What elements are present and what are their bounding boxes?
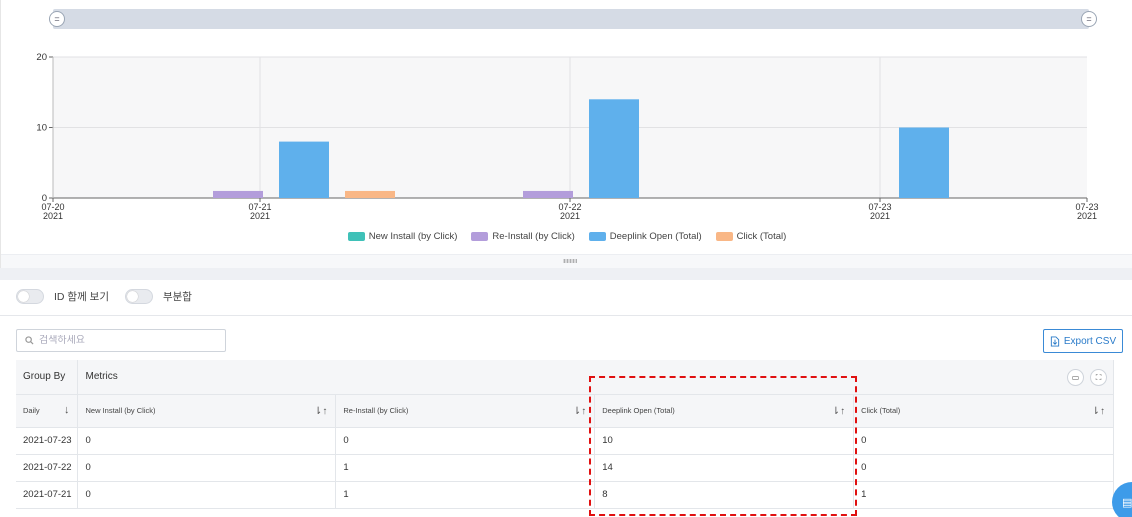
- cell-re-install: 1: [335, 481, 596, 509]
- subtotal-toggle-label: 부분합: [162, 291, 192, 303]
- column-header-deeplink-open[interactable]: Deeplink Open (Total) ⇂↑: [594, 394, 855, 428]
- legend-swatch: [471, 232, 489, 241]
- cell-date: 2021-07-22: [16, 454, 79, 482]
- y-tick-label: 20: [36, 52, 47, 63]
- legend-label: Click (Total): [736, 231, 787, 242]
- cell-deeplink-open: 14: [594, 454, 855, 482]
- legend-item[interactable]: Deeplink Open (Total): [588, 231, 702, 242]
- column-header-new-install[interactable]: New Install (by Click) ⇂↑: [77, 394, 337, 428]
- id-toggle[interactable]: [16, 289, 44, 304]
- legend-item[interactable]: Re-Install (by Click): [471, 231, 575, 242]
- section-divider: [0, 268, 1132, 280]
- sort-icon[interactable]: ⇂↑: [314, 406, 327, 417]
- bar-chart: 0102007-20202107-21202107-22202107-23202…: [36, 52, 1098, 221]
- legend-label: Re-Install (by Click): [492, 231, 575, 242]
- bar-re-install-by-click--07-22: [523, 190, 573, 198]
- x-tick-year: 2021: [43, 211, 63, 221]
- table-row[interactable]: 2021-07-23 0 0 10 0: [16, 427, 1114, 455]
- fullscreen-icon[interactable]: ⛶: [1090, 369, 1107, 386]
- cell-click: 0: [853, 427, 1114, 455]
- column-header-click[interactable]: Click (Total) ⇂↑: [853, 394, 1114, 428]
- cell-click: 1: [853, 481, 1114, 509]
- file-export-icon: [1050, 335, 1059, 347]
- x-tick-year: 2021: [1077, 211, 1097, 221]
- x-tick-year: 2021: [250, 211, 270, 221]
- bar-click-total--07-21: [345, 190, 395, 198]
- metrics-header: Metrics ▭ ⛶: [77, 360, 1114, 395]
- date-range-slider-track[interactable]: [53, 9, 1089, 29]
- cell-re-install: 1: [335, 454, 596, 482]
- bar-deeplink-open-total--07-23: [899, 127, 949, 198]
- bar-deeplink-open-total--07-21: [279, 141, 329, 198]
- legend-item[interactable]: Click (Total): [715, 231, 787, 242]
- view-options: ID 함께 보기 부분합: [16, 289, 198, 304]
- x-tick-year: 2021: [560, 211, 580, 221]
- chart-card: = = 0 10 20 07-20 2021 07-21 2021 07-22 2021 07-2…: [0, 0, 1132, 268]
- chart-legend: New Install (by Click) Re-Install (by Cli…: [1, 231, 1132, 242]
- cell-new-install: 0: [77, 427, 337, 455]
- export-csv-button[interactable]: Export CSV: [1043, 329, 1123, 353]
- cell-date: 2021-07-23: [16, 427, 79, 455]
- bar-deeplink-open-total--07-22: [589, 99, 639, 198]
- chat-icon: ▤: [1122, 496, 1132, 509]
- x-tick-year: 2021: [870, 211, 890, 221]
- legend-swatch: [588, 232, 606, 241]
- table-row[interactable]: 2021-07-22 0 1 14 0: [16, 454, 1114, 482]
- id-toggle-label: ID 함께 보기: [54, 291, 109, 303]
- cell-deeplink-open: 10: [594, 427, 855, 455]
- y-tick-label: 10: [36, 123, 47, 134]
- sort-desc-icon[interactable]: ↓: [64, 404, 70, 416]
- sort-icon[interactable]: ⇂↑: [1092, 406, 1105, 417]
- slider-right-handle[interactable]: =: [1081, 11, 1097, 27]
- column-header-re-install[interactable]: Re-Install (by Click) ⇂↑: [335, 394, 596, 428]
- search-box[interactable]: [16, 329, 226, 352]
- cell-deeplink-open: 8: [594, 481, 855, 509]
- cell-new-install: 0: [77, 454, 337, 482]
- column-header-daily[interactable]: Daily ↓: [16, 394, 79, 428]
- slider-left-handle[interactable]: =: [49, 11, 65, 27]
- export-csv-label: Export CSV: [1063, 335, 1117, 347]
- cell-click: 0: [853, 454, 1114, 482]
- metrics-table: Group By Metrics ▭ ⛶ Daily ↓ New Install…: [16, 360, 1114, 509]
- cell-date: 2021-07-21: [16, 481, 79, 509]
- chat-button[interactable]: ▤: [1112, 482, 1132, 517]
- subtotal-toggle[interactable]: [124, 289, 153, 304]
- legend-item[interactable]: New Install (by Click): [347, 231, 458, 242]
- drag-handle-icon[interactable]: [563, 259, 577, 263]
- group-by-header: Group By: [16, 360, 79, 395]
- legend-label: New Install (by Click): [368, 231, 458, 242]
- bar-re-install-by-click--07-21: [213, 190, 263, 198]
- search-icon: [25, 336, 34, 345]
- table-row[interactable]: 2021-07-21 0 1 8 1: [16, 481, 1114, 509]
- search-input[interactable]: [39, 335, 209, 346]
- sort-icon[interactable]: ⇂↑: [832, 406, 845, 417]
- legend-label: Deeplink Open (Total): [609, 231, 702, 242]
- legend-swatch: [715, 232, 733, 241]
- legend-swatch: [347, 232, 365, 241]
- cell-re-install: 0: [335, 427, 596, 455]
- sort-icon[interactable]: ⇂↑: [573, 406, 586, 417]
- divider: [0, 315, 1132, 316]
- comment-icon[interactable]: ▭: [1067, 369, 1084, 386]
- cell-new-install: 0: [77, 481, 337, 509]
